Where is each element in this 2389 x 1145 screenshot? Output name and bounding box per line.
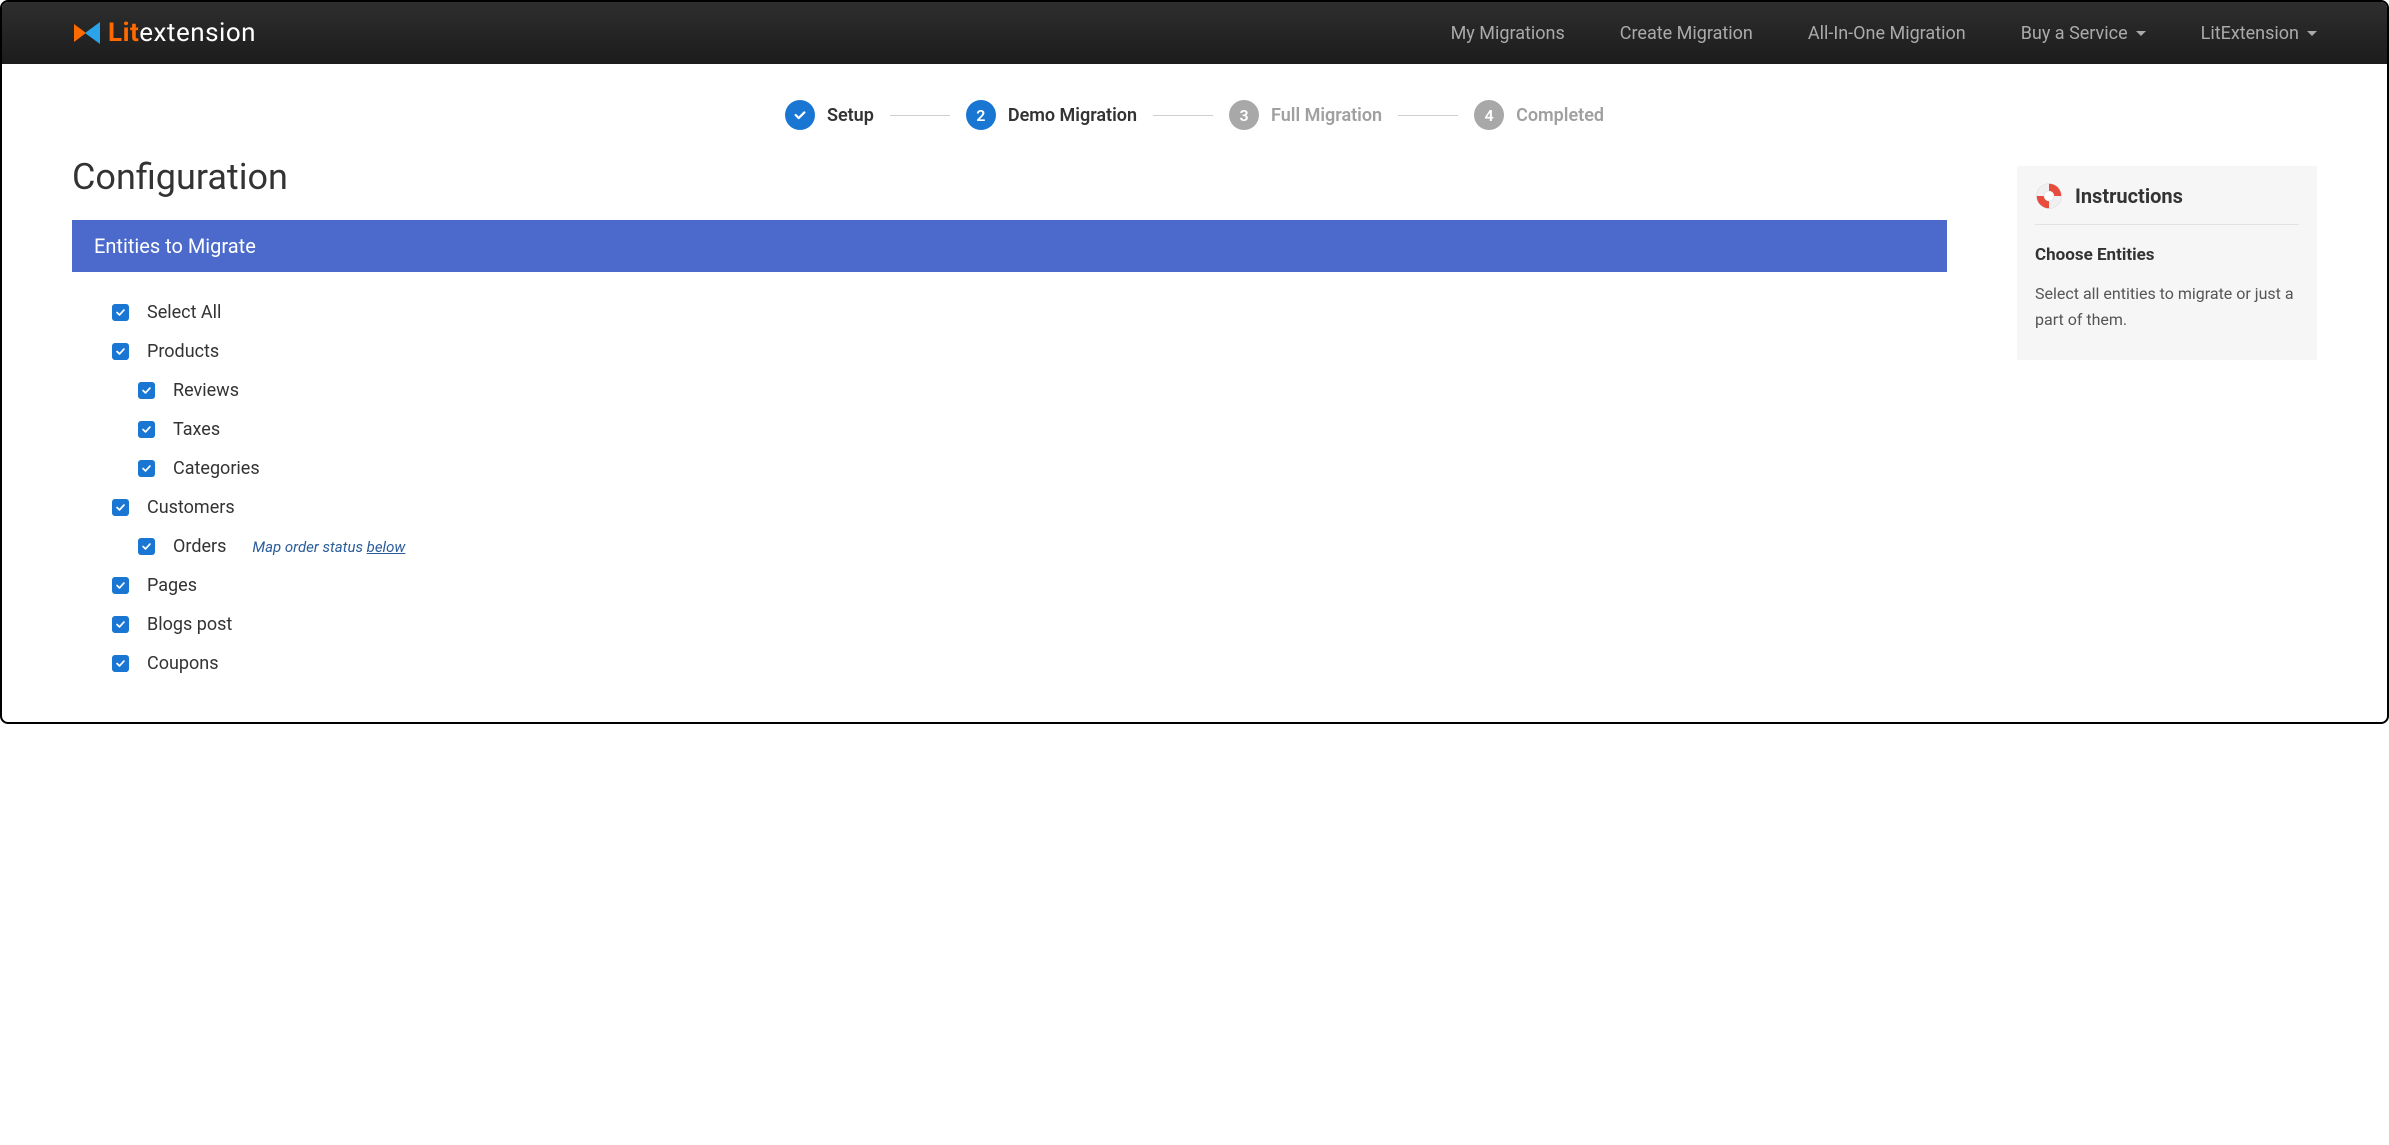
sidebar-title: Instructions [2075, 184, 2183, 208]
entity-label: Customers [147, 497, 235, 518]
checkbox-pages[interactable] [112, 577, 129, 594]
step-connector [890, 115, 950, 116]
step-demo-label: Demo Migration [1008, 105, 1137, 126]
entity-label: Categories [173, 458, 260, 479]
orders-hint: Map order status below [252, 538, 405, 556]
checkbox-orders[interactable] [138, 538, 155, 555]
checkbox-coupons[interactable] [112, 655, 129, 672]
content: Configuration Entities to Migrate Select… [2, 156, 2387, 722]
panel-header: Entities to Migrate [72, 220, 1947, 272]
entity-label: Products [147, 341, 219, 362]
entity-label: Reviews [173, 380, 239, 401]
step-setup-label: Setup [827, 105, 874, 126]
step-full-label: Full Migration [1271, 105, 1382, 126]
page-title: Configuration [72, 156, 1947, 198]
entity-pages: Pages [112, 575, 1947, 596]
entity-select-all: Select All [112, 302, 1947, 323]
step-demo-circle: 2 [966, 100, 996, 130]
caret-down-icon [2307, 31, 2317, 36]
checkbox-taxes[interactable] [138, 421, 155, 438]
nav-my-migrations[interactable]: My Migrations [1451, 23, 1565, 44]
step-setup: Setup [785, 100, 874, 130]
navbar: Litextension My Migrations Create Migrat… [2, 2, 2387, 64]
step-full: 3 Full Migration [1229, 100, 1382, 130]
entity-coupons: Coupons [112, 653, 1947, 674]
step-full-circle: 3 [1229, 100, 1259, 130]
checkbox-categories[interactable] [138, 460, 155, 477]
sidebar-header: Instructions [2035, 182, 2299, 225]
entity-label: Pages [147, 575, 197, 596]
main-column: Configuration Entities to Migrate Select… [72, 156, 1947, 692]
entity-blogs: Blogs post [112, 614, 1947, 635]
entity-reviews: Reviews [138, 380, 1947, 401]
checkbox-reviews[interactable] [138, 382, 155, 399]
stepper: Setup 2 Demo Migration 3 Full Migration … [2, 64, 2387, 156]
step-connector [1153, 115, 1213, 116]
entity-customers: Customers [112, 497, 1947, 518]
step-completed-circle: 4 [1474, 100, 1504, 130]
nav-litextension[interactable]: LitExtension [2201, 23, 2317, 44]
nav-links: My Migrations Create Migration All-In-On… [1451, 23, 2357, 44]
checkbox-blogs[interactable] [112, 616, 129, 633]
entity-label: Blogs post [147, 614, 232, 635]
logo-text: Litextension [108, 18, 256, 48]
checkbox-products[interactable] [112, 343, 129, 360]
step-demo: 2 Demo Migration [966, 100, 1137, 130]
entity-taxes: Taxes [138, 419, 1947, 440]
step-connector [1398, 115, 1458, 116]
logo[interactable]: Litextension [72, 18, 256, 48]
checkbox-select-all[interactable] [112, 304, 129, 321]
checkbox-customers[interactable] [112, 499, 129, 516]
entity-label: Taxes [173, 419, 220, 440]
entity-categories: Categories [138, 458, 1947, 479]
sidebar-text: Select all entities to migrate or just a… [2035, 281, 2299, 332]
nav-create-migration[interactable]: Create Migration [1620, 23, 1753, 44]
caret-down-icon [2136, 31, 2146, 36]
instructions-sidebar: Instructions Choose Entities Select all … [2017, 166, 2317, 360]
orders-hint-link[interactable]: below [367, 538, 406, 556]
lifebuoy-icon [2035, 182, 2063, 210]
step-completed: 4 Completed [1474, 100, 1604, 130]
sidebar-subtitle: Choose Entities [2035, 245, 2299, 265]
entity-label: Select All [147, 302, 221, 323]
step-setup-circle [785, 100, 815, 130]
step-completed-label: Completed [1516, 105, 1604, 126]
nav-buy-service[interactable]: Buy a Service [2021, 23, 2146, 44]
logo-mark-icon [72, 20, 102, 46]
check-icon [793, 108, 807, 122]
entity-products: Products [112, 341, 1947, 362]
entity-label: Coupons [147, 653, 219, 674]
entity-orders: Orders Map order status below [138, 536, 1947, 557]
entity-list: Select All Products Reviews [72, 272, 1947, 674]
nav-all-in-one[interactable]: All-In-One Migration [1808, 23, 1966, 44]
entity-label: Orders [173, 536, 226, 557]
